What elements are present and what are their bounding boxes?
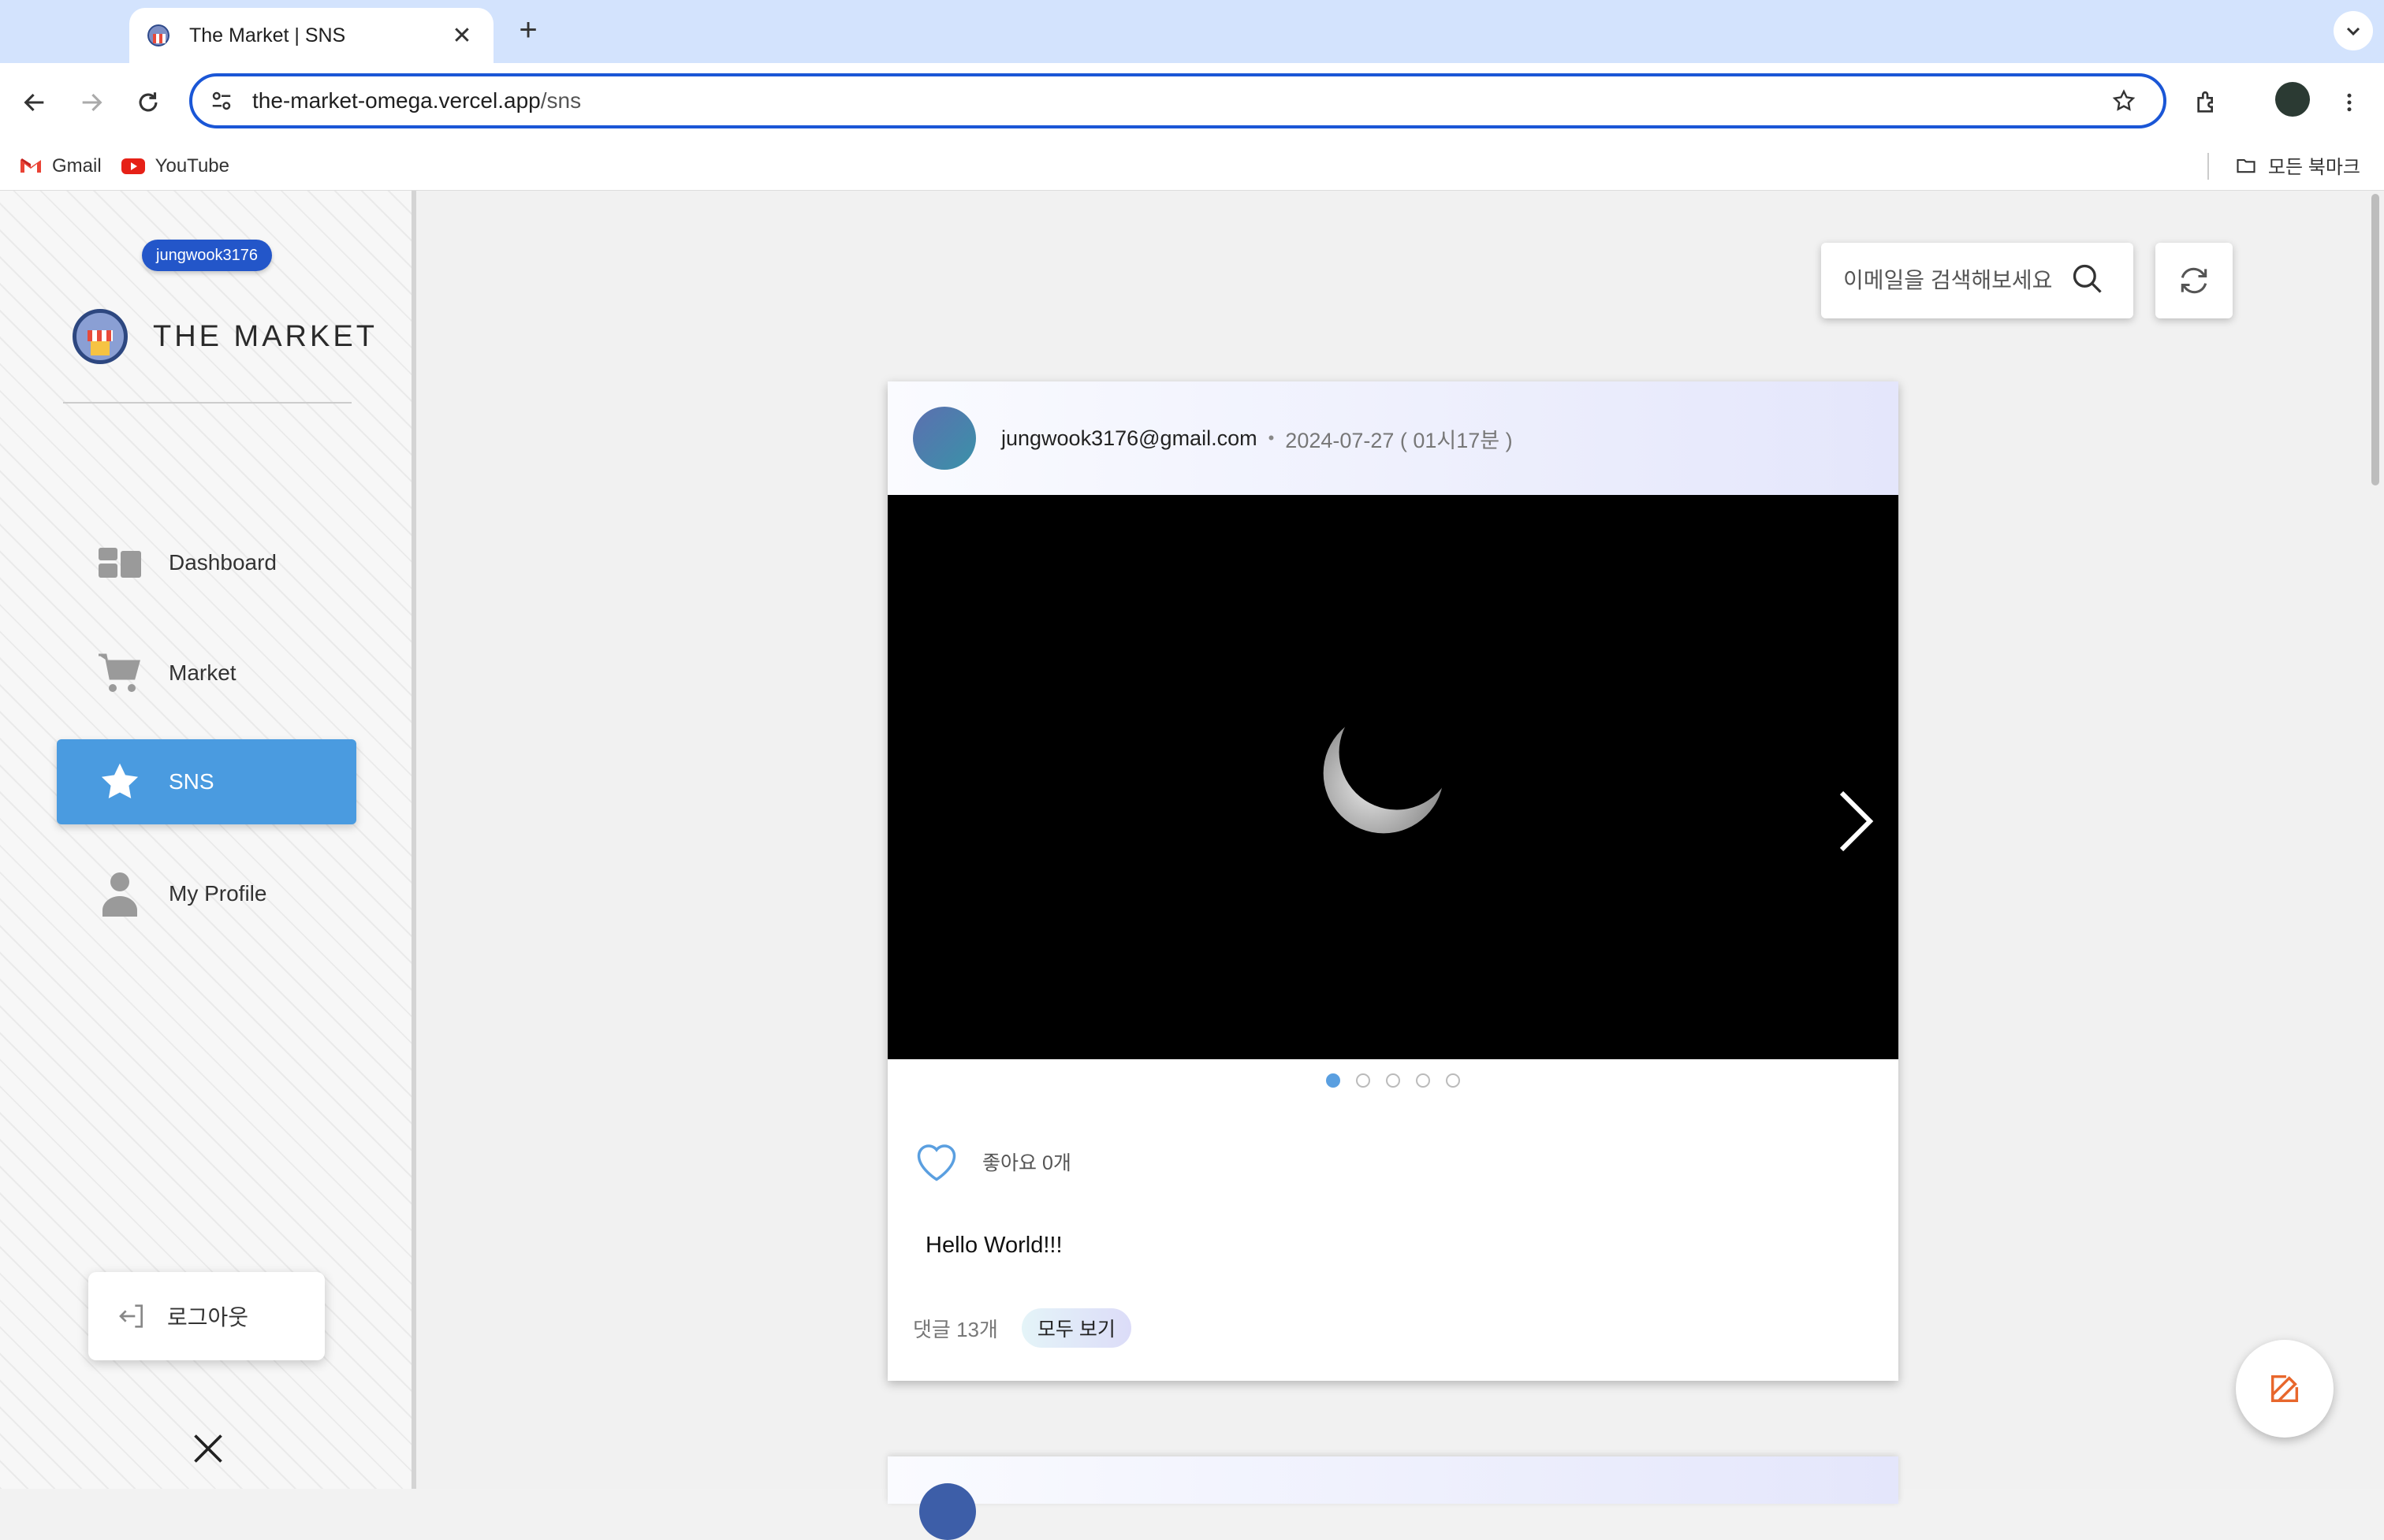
username-badge: jungwook3176 <box>142 240 272 271</box>
refresh-button[interactable] <box>2155 243 2233 318</box>
tab-close-icon[interactable]: ✕ <box>446 22 478 50</box>
bookmark-youtube[interactable]: YouTube <box>121 155 229 177</box>
puzzle-icon <box>2197 91 2214 113</box>
refresh-icon <box>2181 267 2207 294</box>
post-author[interactable]: jungwook3176@gmail.com <box>1001 426 1257 451</box>
address-bar[interactable]: the-market-omega.vercel.app/sns <box>189 73 2166 128</box>
url-host: the-market-omega.vercel.app <box>252 88 541 113</box>
reload-icon <box>139 92 158 112</box>
logout-icon <box>119 1304 143 1328</box>
tab-search-button[interactable] <box>2334 11 2373 50</box>
back-button[interactable] <box>13 80 57 125</box>
email-search-input[interactable] <box>1842 267 2070 294</box>
bookmark-gmail[interactable]: Gmail <box>19 155 102 177</box>
all-bookmarks-label: 모든 북마크 <box>2267 157 2360 178</box>
tab-title: The Market | SNS <box>189 24 346 46</box>
page-scrollbar[interactable] <box>2371 194 2379 485</box>
youtube-icon <box>121 157 146 176</box>
profile-avatar[interactable] <box>2275 82 2310 117</box>
carousel-indicators <box>888 1073 1898 1088</box>
sidebar: jungwook3176 THE MARKET Dashboard Market… <box>0 191 416 1489</box>
market-logo-icon <box>73 309 128 364</box>
author-avatar[interactable] <box>913 407 976 470</box>
arrow-right-icon <box>82 93 102 112</box>
brand-divider <box>63 402 352 404</box>
post-image-carousel[interactable] <box>888 495 1898 1059</box>
url-path: /sns <box>540 88 582 113</box>
all-bookmarks[interactable]: 모든 북마크 <box>2233 151 2360 179</box>
bookmarks-separator <box>2207 153 2209 180</box>
post-content: Hello World!!! <box>926 1233 1063 1258</box>
post-header: jungwook3176@gmail.com • 2024-07-27 ( 01… <box>888 381 1898 495</box>
dashboard-icon <box>96 539 143 586</box>
sidebar-item-label: Dashboard <box>169 550 277 575</box>
page: jungwook3176 THE MARKET Dashboard Market… <box>0 191 2384 1540</box>
carousel-dot[interactable] <box>1416 1073 1430 1088</box>
email-search <box>1821 243 2133 318</box>
carousel-dot[interactable] <box>1386 1073 1400 1088</box>
view-all-comments-button[interactable]: 모두 보기 <box>1021 1308 1131 1348</box>
folder-icon <box>2237 158 2255 173</box>
reload-button[interactable] <box>126 80 170 125</box>
site-settings-icon[interactable] <box>210 89 233 113</box>
moon-image <box>1323 712 1444 834</box>
sidebar-item-label: My Profile <box>169 881 267 906</box>
sidebar-item-dashboard[interactable]: Dashboard <box>57 520 356 605</box>
person-icon <box>96 870 143 917</box>
likes-count: 좋아요 0개 <box>982 1152 1071 1174</box>
post-likes: 좋아요 0개 <box>913 1140 1071 1184</box>
more-vertical-icon <box>2347 93 2352 112</box>
browser-menu-button[interactable] <box>2327 80 2371 125</box>
logout-label: 로그아웃 <box>167 1305 249 1330</box>
sidebar-item-label: SNS <box>169 769 214 794</box>
chevron-right-icon[interactable] <box>1832 790 1879 853</box>
bookmark-label: YouTube <box>155 154 229 177</box>
carousel-dot[interactable] <box>1446 1073 1460 1088</box>
comments-count: 댓글 13개 <box>913 1317 998 1341</box>
chevron-down-icon <box>2346 27 2360 36</box>
post-card: jungwook3176@gmail.com • 2024-07-27 ( 01… <box>888 381 1898 1381</box>
site-favicon-icon <box>145 22 172 49</box>
meta-separator: • <box>1268 428 1275 448</box>
author-avatar[interactable] <box>919 1483 976 1540</box>
sidebar-item-sns[interactable]: SNS <box>57 739 356 824</box>
carousel-dot[interactable] <box>1326 1073 1340 1088</box>
next-post-card <box>888 1456 1898 1540</box>
post-date: 2024-07-27 ( 01시17분 ) <box>1285 428 1513 452</box>
bookmark-label: Gmail <box>52 154 102 177</box>
carousel-dot[interactable] <box>1356 1073 1370 1088</box>
heart-icon[interactable] <box>913 1140 960 1184</box>
forward-button[interactable] <box>69 80 114 125</box>
write-post-button[interactable] <box>2236 1340 2334 1438</box>
brand-name: THE MARKET <box>153 319 378 353</box>
url-text: the-market-omega.vercel.app/sns <box>252 88 2100 113</box>
bookmark-star-icon[interactable] <box>2100 88 2147 113</box>
browser-toolbar: the-market-omega.vercel.app/sns <box>0 63 2384 142</box>
browser-tab[interactable]: The Market | SNS ✕ <box>129 8 494 63</box>
bookmarks-bar: Gmail YouTube 모든 북마크 <box>0 142 2384 191</box>
new-tab-icon[interactable]: + <box>512 13 544 48</box>
logout-button[interactable]: 로그아웃 <box>88 1272 325 1360</box>
extensions-button[interactable] <box>2185 80 2229 125</box>
star-icon <box>96 758 143 805</box>
post-comments: 댓글 13개 모두 보기 <box>913 1308 1131 1348</box>
sidebar-item-market[interactable]: Market <box>57 631 356 716</box>
close-sidebar-icon[interactable] <box>186 1427 230 1471</box>
brand[interactable]: THE MARKET <box>73 309 378 364</box>
browser-tabstrip: The Market | SNS ✕ + <box>0 0 2384 63</box>
cart-icon <box>96 649 143 697</box>
sidebar-item-my-profile[interactable]: My Profile <box>57 851 356 936</box>
edit-icon <box>2270 1374 2299 1403</box>
sidebar-item-label: Market <box>169 660 237 685</box>
search-icon[interactable] <box>2070 262 2105 300</box>
arrow-left-icon <box>24 93 44 112</box>
gmail-icon <box>19 157 43 176</box>
